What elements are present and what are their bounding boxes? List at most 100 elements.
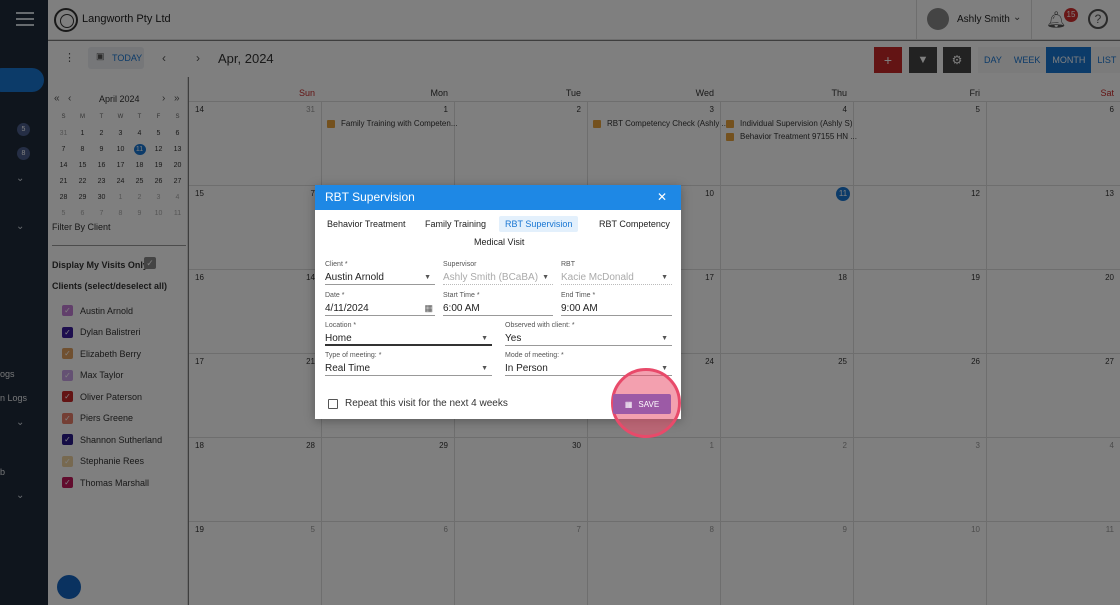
cookie-icon[interactable] <box>55 573 83 601</box>
mini-calendar-day[interactable]: 1 <box>73 128 92 139</box>
calendar-day-cell[interactable]: 18 <box>720 270 853 354</box>
calendar-event[interactable]: Family Training with Competen... <box>327 119 458 128</box>
repeat-visit-option[interactable]: Repeat this visit for the next 4 weeks <box>328 398 508 409</box>
mini-calendar-day[interactable]: 2 <box>92 128 111 139</box>
client-checkbox[interactable]: ✓ <box>62 348 73 360</box>
calendar-day-cell[interactable]: 4 <box>986 438 1120 522</box>
mini-calendar-day[interactable]: 22 <box>73 176 92 187</box>
calendar-day-cell[interactable]: 13 <box>986 186 1120 270</box>
client-checkbox[interactable]: ✓ <box>62 326 73 338</box>
mini-calendar-day[interactable]: 10 <box>149 208 168 219</box>
mini-calendar-day[interactable]: 4 <box>168 192 187 203</box>
calendar-event[interactable]: Individual Supervision (Ashly S) <box>726 119 853 128</box>
client-filter-item[interactable]: ✓ Oliver Paterson <box>62 386 162 408</box>
client-checkbox[interactable]: ✓ <box>62 305 73 317</box>
calendar-day-cell[interactable]: 3 <box>587 102 720 186</box>
mini-calendar-day[interactable]: 7 <box>54 144 73 155</box>
calendar-day-cell[interactable]: 25 <box>720 354 853 438</box>
add-visit-button[interactable]: + <box>874 47 902 73</box>
calendar-day-cell[interactable]: 4 <box>720 102 853 186</box>
view-tab-list[interactable]: LIST <box>1091 47 1120 73</box>
mini-calendar-day[interactable]: 23 <box>92 176 111 187</box>
client-field[interactable]: Client * Austin Arnold ▼ <box>325 261 435 285</box>
user-menu[interactable]: Ashly Smith ⌄ <box>916 0 1032 40</box>
calendar-day-cell[interactable]: 1 <box>321 102 454 186</box>
mini-calendar-day[interactable]: 29 <box>73 192 92 203</box>
mini-calendar-day[interactable]: 6 <box>168 128 187 139</box>
next-month-button[interactable]: › <box>196 51 200 65</box>
chevron-down-icon[interactable]: ⌄ <box>16 221 24 232</box>
client-filter-item[interactable]: ✓ Stephanie Rees <box>62 451 162 473</box>
mini-calendar-day[interactable]: 24 <box>111 176 130 187</box>
view-tab-week[interactable]: WEEK <box>1007 47 1047 73</box>
mini-calendar-day[interactable]: 3 <box>111 128 130 139</box>
client-filter-item[interactable]: ✓ Piers Greene <box>62 408 162 430</box>
mini-calendar-day[interactable]: 14 <box>54 160 73 171</box>
mini-calendar-day[interactable]: 6 <box>73 208 92 219</box>
save-button[interactable]: ▦ SAVE <box>613 394 671 414</box>
clients-select-all[interactable]: Clients (select/deselect all) <box>52 281 167 291</box>
calendar-icon[interactable]: ▦ <box>424 301 433 316</box>
display-my-visits-checkbox[interactable]: ✓ <box>144 257 156 269</box>
client-filter-item[interactable]: ✓ Shannon Sutherland <box>62 429 162 451</box>
calendar-day-cell[interactable]: 11 <box>720 186 853 270</box>
mini-calendar-day[interactable]: 8 <box>111 208 130 219</box>
type-of-meeting-select[interactable]: Type of meeting: * Real Time ▼ <box>325 352 492 376</box>
calendar-day-cell[interactable]: 26 <box>853 354 986 438</box>
tab-rbt-supervision[interactable]: RBT Supervision <box>499 216 579 232</box>
next-year-icon[interactable]: » <box>174 93 180 104</box>
mini-calendar-day[interactable]: 17 <box>111 160 130 171</box>
client-filter-item[interactable]: ✓ Elizabeth Berry <box>62 343 162 365</box>
calendar-day-cell[interactable]: 2 <box>454 102 587 186</box>
calendar-day-cell[interactable]: 14 <box>189 270 321 354</box>
prev-month-button[interactable]: ‹ <box>162 51 166 65</box>
prev-year-icon[interactable]: « <box>54 93 60 104</box>
mini-calendar-day[interactable]: 18 <box>130 160 149 171</box>
calendar-day-cell[interactable]: 6 <box>986 102 1120 186</box>
more-vert-icon[interactable]: ⋮ <box>64 51 75 64</box>
nav-item-label[interactable]: n Logs <box>0 393 27 403</box>
client-checkbox[interactable]: ✓ <box>62 455 73 467</box>
tab-medical-visit[interactable]: Medical Visit <box>468 234 530 250</box>
mini-calendar-day[interactable]: 5 <box>54 208 73 219</box>
date-field[interactable]: Date * 4/11/2024 ▦ <box>325 292 435 316</box>
end-time-field[interactable]: End Time * 9:00 AM <box>561 292 672 316</box>
mini-calendar-day[interactable]: 11 <box>168 208 187 219</box>
mini-calendar-day[interactable]: 8 <box>73 144 92 155</box>
calendar-day-cell[interactable]: 1 <box>587 438 720 522</box>
nav-item-label[interactable]: ogs <box>0 369 15 379</box>
calendar-day-cell[interactable]: 28 <box>189 438 321 522</box>
calendar-day-cell[interactable]: 19 <box>853 270 986 354</box>
mini-calendar-day[interactable]: 30 <box>92 192 111 203</box>
tab-family-training[interactable]: Family Training <box>419 216 492 232</box>
mini-calendar-day[interactable]: 20 <box>168 160 187 171</box>
mini-calendar-day[interactable]: 19 <box>149 160 168 171</box>
mini-calendar-day[interactable]: 16 <box>92 160 111 171</box>
mini-calendar-day[interactable]: 21 <box>54 176 73 187</box>
calendar-day-cell[interactable]: 3 <box>853 438 986 522</box>
calendar-day-cell[interactable]: 10 <box>853 522 986 605</box>
tab-behavior-treatment[interactable]: Behavior Treatment <box>321 216 412 232</box>
calendar-event[interactable]: RBT Competency Check (Ashly ... <box>593 119 728 128</box>
view-tab-day[interactable]: DAY <box>978 47 1008 73</box>
mini-calendar-day[interactable]: 31 <box>54 128 73 139</box>
calendar-day-cell[interactable]: 2 <box>720 438 853 522</box>
client-filter-item[interactable]: ✓ Dylan Balistreri <box>62 322 162 344</box>
calendar-day-cell[interactable]: 12 <box>853 186 986 270</box>
mini-calendar-day[interactable]: 25 <box>130 176 149 187</box>
calendar-day-cell[interactable]: 20 <box>986 270 1120 354</box>
mini-calendar-day-selected[interactable]: 11 <box>133 144 146 155</box>
mini-calendar-day[interactable]: 7 <box>92 208 111 219</box>
calendar-event[interactable]: Behavior Treatment 97155 HN ... <box>726 132 857 141</box>
calendar-day-cell[interactable]: 31 <box>189 102 321 186</box>
mini-calendar-day[interactable]: 1 <box>111 192 130 203</box>
mini-calendar-day[interactable]: 13 <box>168 144 187 155</box>
nav-active-item[interactable] <box>0 68 44 92</box>
mini-calendar-day[interactable]: 9 <box>92 144 111 155</box>
next-month-icon[interactable]: › <box>162 93 165 104</box>
mini-calendar-day[interactable]: 4 <box>130 128 149 139</box>
calendar-day-cell[interactable]: 29 <box>321 438 454 522</box>
calendar-day-cell[interactable]: 11 <box>986 522 1120 605</box>
calendar-day-cell[interactable]: 21 <box>189 354 321 438</box>
help-icon[interactable]: ? <box>1088 9 1108 29</box>
